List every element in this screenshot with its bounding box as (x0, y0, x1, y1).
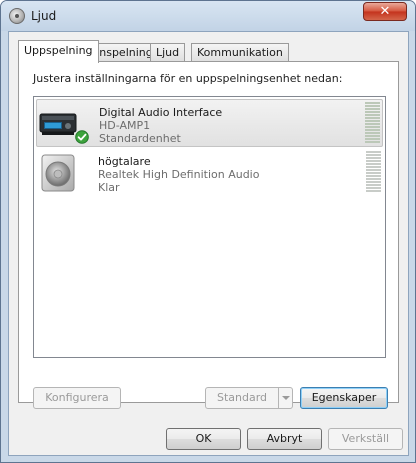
default-checkmark-icon (75, 130, 89, 144)
playback-tab-panel: Justera inställningarna för en uppspelni… (18, 61, 399, 409)
device-item-speakers[interactable]: högtalare Realtek High Definition Audio … (36, 149, 383, 197)
device-description: Realtek High Definition Audio (98, 168, 260, 181)
window-title: Ljud (31, 9, 57, 23)
tab-communications[interactable]: Kommunikation (191, 43, 289, 62)
device-status: Standardenhet (99, 132, 181, 145)
chevron-down-icon[interactable] (278, 388, 292, 408)
apply-button[interactable]: Verkställ (328, 428, 403, 450)
volume-level-meter (365, 102, 380, 146)
audio-interface-icon (39, 113, 77, 135)
device-description: HD-AMP1 (99, 119, 151, 132)
ok-button[interactable]: OK (166, 428, 241, 450)
tab-playback[interactable]: Uppspelning (18, 40, 99, 63)
close-icon: ✕ (379, 4, 391, 19)
device-item-digital-audio-interface[interactable]: Digital Audio Interface HD-AMP1 Standard… (36, 99, 383, 147)
volume-level-meter (366, 151, 381, 195)
tab-recording[interactable]: Inspelning (90, 43, 159, 62)
dialog-client-area: Uppspelning Inspelning Ljud Kommunikatio… (8, 31, 409, 456)
sound-dialog-window: Ljud ✕ Uppspelning Inspelning Ljud Kommu… (0, 0, 416, 463)
device-status: Klar (98, 181, 120, 194)
device-name: Digital Audio Interface (99, 106, 223, 119)
set-default-split-button[interactable]: Standard (205, 387, 293, 409)
speaker-icon (41, 154, 75, 192)
configure-button[interactable]: Konfigurera (33, 387, 121, 409)
speaker-app-icon (9, 8, 25, 24)
cancel-button[interactable]: Avbryt (247, 428, 322, 450)
title-bar[interactable]: Ljud ✕ (1, 1, 415, 31)
properties-button[interactable]: Egenskaper (300, 387, 388, 409)
close-button[interactable]: ✕ (363, 2, 407, 21)
playback-device-list[interactable]: Digital Audio Interface HD-AMP1 Standard… (33, 96, 386, 358)
instruction-text: Justera inställningarna för en uppspelni… (33, 72, 343, 85)
device-name: högtalare (98, 155, 151, 168)
tab-sounds[interactable]: Ljud (150, 43, 186, 62)
